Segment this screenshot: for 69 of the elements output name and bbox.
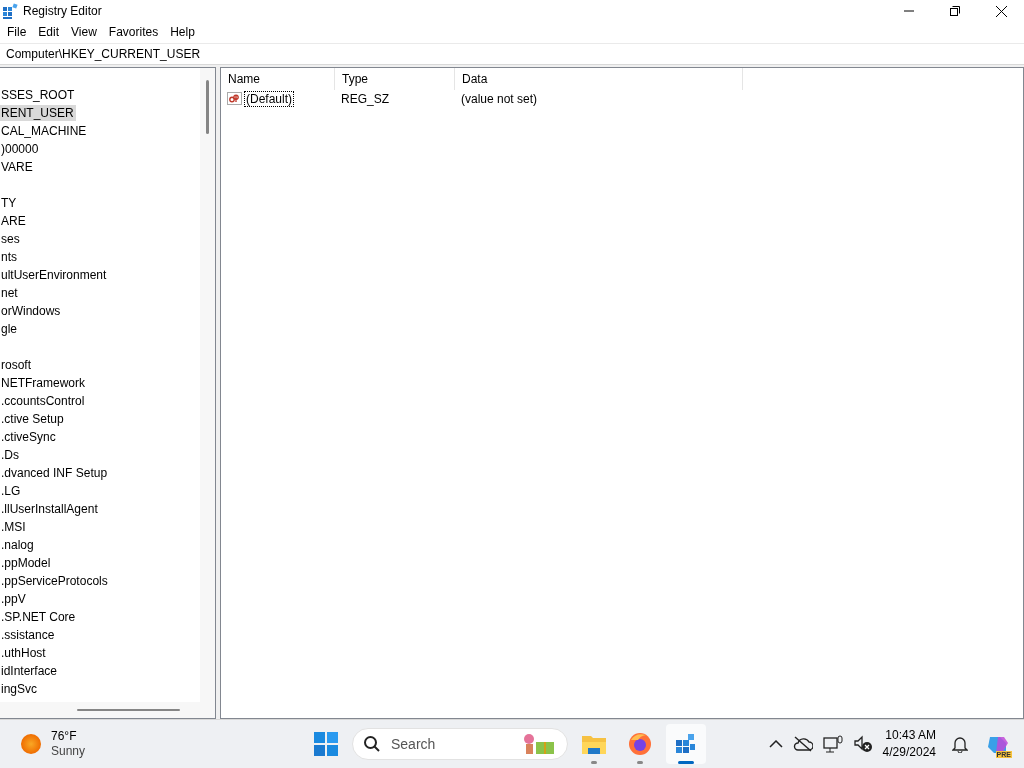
tree-item[interactable]: .MSI	[0, 519, 28, 535]
tree-item[interactable]: SSES_ROOT	[0, 87, 77, 103]
horizontal-scrollbar[interactable]	[0, 702, 215, 718]
cloud-off-icon[interactable]	[792, 736, 813, 752]
tree-item[interactable]: .ctiveSync	[0, 429, 58, 445]
tree-item[interactable]: NETFramework	[0, 375, 87, 391]
tree-item[interactable]: VARE	[0, 159, 35, 175]
tree-item[interactable]: .uthHost	[0, 645, 48, 661]
menu-item[interactable]: Edit	[32, 25, 66, 39]
registry-icon	[3, 3, 19, 19]
tree-item[interactable]: .ssistance	[0, 627, 57, 643]
window-title: Registry Editor	[23, 4, 103, 18]
registry-editor-button[interactable]	[666, 724, 706, 764]
windows-logo-icon	[314, 732, 338, 756]
tree-item[interactable]: .dvanced INF Setup	[0, 465, 110, 481]
tree-item[interactable]: .Ds	[0, 447, 21, 463]
tree-item[interactable]: )00000	[0, 141, 41, 157]
browser-icon	[628, 732, 652, 756]
sun-icon	[20, 733, 42, 755]
tree-item[interactable]: .ccountsControl	[0, 393, 87, 409]
tree-item[interactable]: ultUserEnvironment	[0, 267, 109, 283]
column-header[interactable]: Name	[221, 68, 335, 90]
menu-item[interactable]: Favorites	[102, 25, 165, 39]
bell-icon[interactable]	[952, 735, 968, 753]
table-cell-text: REG_SZ	[340, 92, 390, 106]
tree-item[interactable]: idInterface	[0, 663, 60, 679]
column-header[interactable]: Data	[455, 68, 743, 90]
string-value-icon	[227, 91, 243, 107]
tree-item[interactable]: ses	[0, 231, 22, 247]
tree-item[interactable]: rosoft	[0, 357, 33, 373]
close-icon	[995, 5, 1007, 17]
tree-item[interactable]: CAL_MACHINE	[0, 123, 89, 139]
table-cell[interactable]: (Default)	[245, 92, 293, 106]
gift-drawing	[521, 733, 557, 755]
menu-item[interactable]: View	[65, 25, 103, 39]
menu-item[interactable]: File	[1, 25, 33, 39]
menu-item[interactable]: Help	[164, 25, 201, 39]
weather-condition: Sunny	[51, 744, 86, 759]
tree-item[interactable]: .llUserInstallAgent	[0, 501, 100, 517]
folder-icon	[581, 733, 607, 755]
tree-item[interactable]: net	[0, 285, 20, 301]
vertical-scrollbar[interactable]	[200, 68, 215, 702]
cubes-icon	[674, 732, 698, 756]
tree-item[interactable]: .ppServiceProtocols	[0, 573, 110, 589]
address-field[interactable]: Computer\HKEY_CURRENT_USER	[0, 43, 1024, 65]
search-field[interactable]: Search	[389, 735, 513, 753]
search-icon	[363, 735, 381, 753]
restore-icon	[950, 6, 960, 16]
table-cell-text: (value not set)	[460, 92, 539, 106]
temperature: 76°F	[51, 729, 78, 744]
column-header[interactable]: Type	[335, 68, 455, 90]
clock[interactable]: 10:43 AM 4/29/2024	[882, 727, 936, 761]
tree-item[interactable]: .ctive Setup	[0, 411, 66, 427]
muted-speaker-icon[interactable]	[852, 735, 873, 753]
tree-item[interactable]: .ppV	[0, 591, 28, 607]
network-icon[interactable]	[822, 735, 843, 753]
tree-item[interactable]: orWindows	[0, 303, 63, 319]
tree-item[interactable]: .nalog	[0, 537, 36, 553]
tree-item[interactable]: ingSvc	[0, 681, 40, 697]
tree-item[interactable]: ARE	[0, 213, 28, 229]
search-box[interactable]: Search	[352, 728, 568, 760]
tree-item[interactable]: TY	[0, 195, 19, 211]
tree-item[interactable]: .ppModel	[0, 555, 53, 571]
tree-item[interactable]: .SP.NET Core	[0, 609, 78, 625]
chevron-up-icon[interactable]	[768, 740, 783, 748]
tree-item[interactable]: nts	[0, 249, 19, 265]
tree-item[interactable]: RENT_USER	[0, 105, 76, 121]
tree-item[interactable]: gle	[0, 321, 19, 337]
tree-item[interactable]: .LG	[0, 483, 23, 499]
